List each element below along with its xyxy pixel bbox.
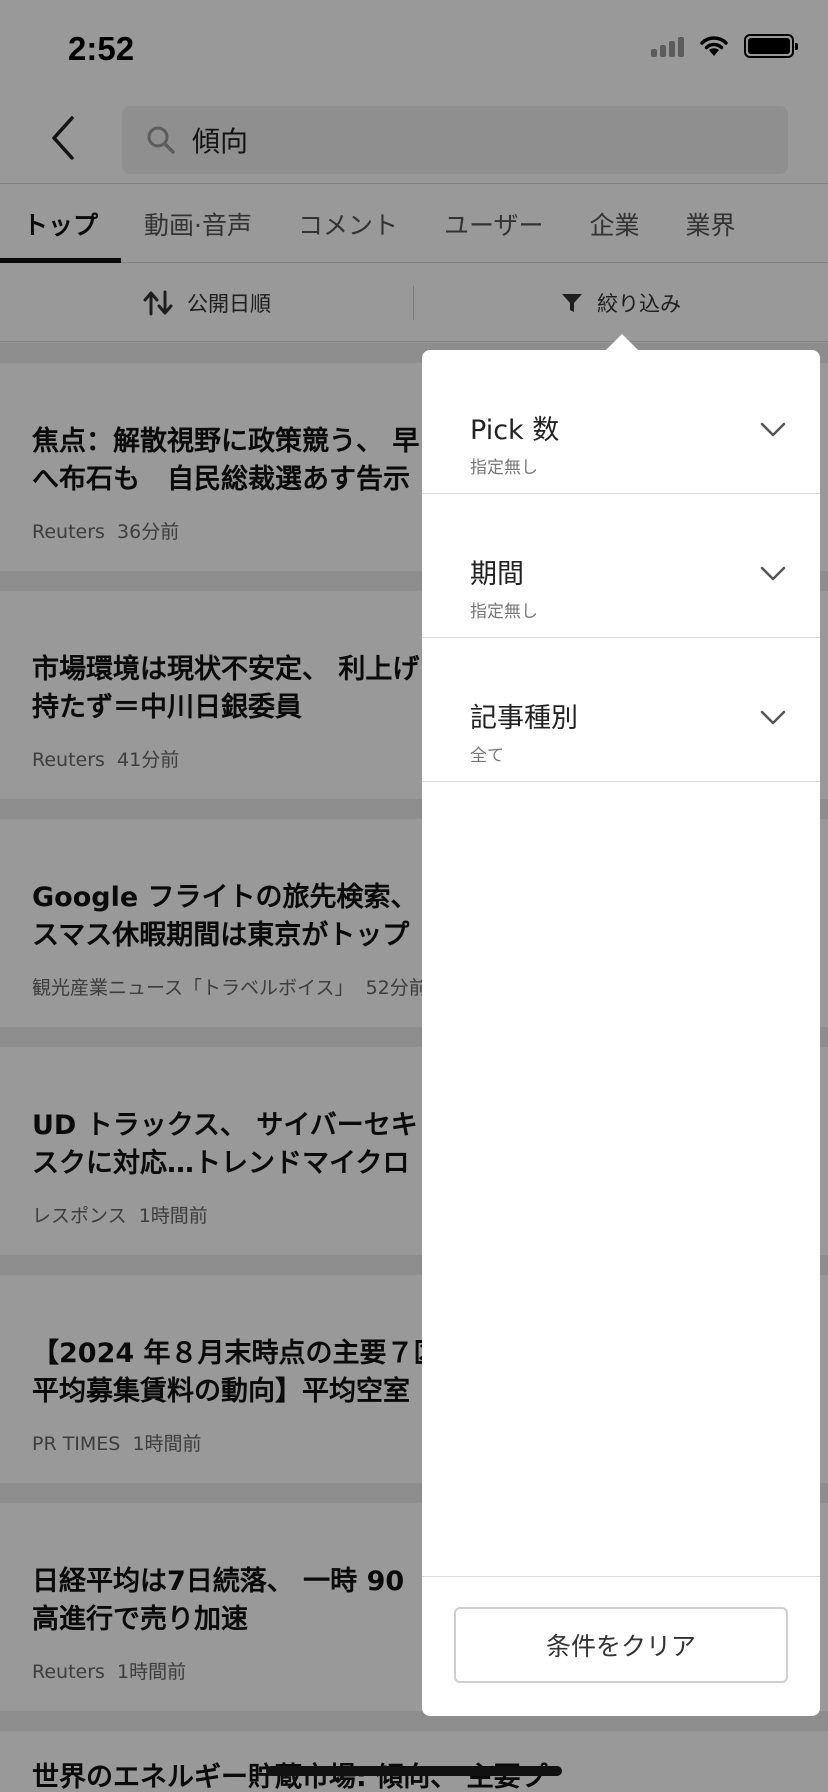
chevron-down-icon: [760, 710, 786, 725]
filter-value: 指定無し: [470, 602, 538, 622]
filter-row-article-type[interactable]: 記事種別 全て: [422, 638, 820, 782]
filter-value: 指定無し: [470, 458, 538, 478]
filter-row-pick-count[interactable]: Pick 数 指定無し: [422, 350, 820, 494]
popover-arrow: [605, 334, 639, 351]
chevron-down-icon: [760, 422, 786, 437]
filter-value: 全て: [470, 746, 504, 766]
filter-row-period[interactable]: 期間 指定無し: [422, 494, 820, 638]
filter-panel-footer: 条件をクリア: [422, 1576, 820, 1716]
filter-panel: Pick 数 指定無し 期間 指定無し 記事種別 全て 条件をクリア: [422, 350, 820, 1716]
clear-filters-button[interactable]: 条件をクリア: [454, 1607, 788, 1683]
chevron-down-icon: [760, 566, 786, 581]
home-indicator: [266, 1766, 562, 1776]
